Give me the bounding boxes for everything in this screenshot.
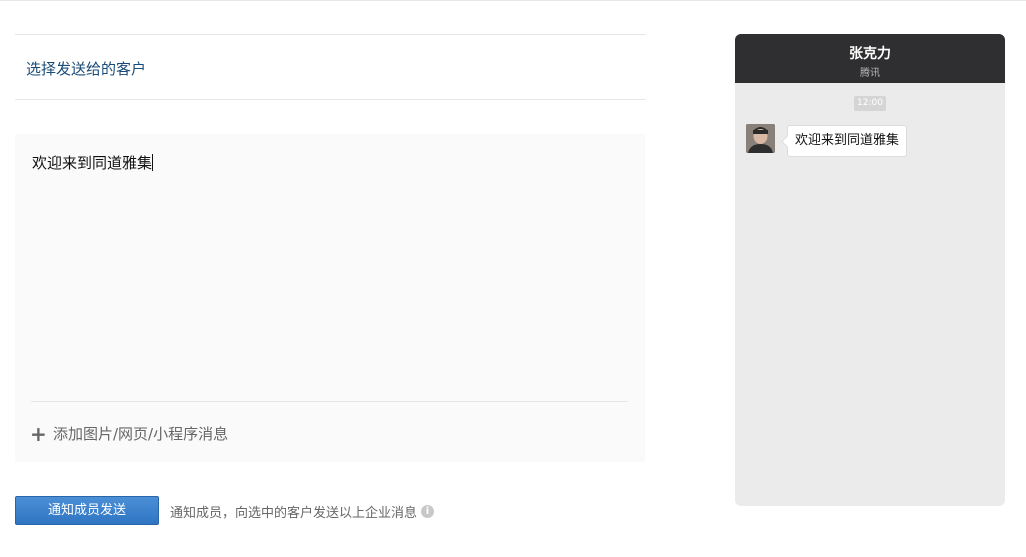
message-text-input[interactable]: 欢迎来到同道雅集 [32,152,154,173]
phone-preview: 张克力 腾讯 12:00 欢迎来到同道雅集 [735,34,1005,506]
recipient-select-row: 选择发送给的客户 [15,34,646,100]
contact-company: 腾讯 [860,68,880,79]
notify-description: 通知成员，向选中的客户发送以上企业消息 i [170,502,435,521]
notify-description-text: 通知成员，向选中的客户发送以上企业消息 [170,506,418,521]
avatar [746,124,775,153]
avatar-person-icon [746,124,775,153]
chat-header: 张克力 腾讯 [735,34,1005,83]
add-attachment-button[interactable]: + 添加图片/网页/小程序消息 [30,423,228,444]
info-icon[interactable]: i [421,505,435,518]
top-divider [0,0,1026,1]
message-text: 欢迎来到同道雅集 [32,154,153,172]
text-caret [152,154,154,171]
contact-name: 张克力 [849,46,891,62]
message-bubble: 欢迎来到同道雅集 [787,125,908,157]
select-customers-link[interactable]: 选择发送给的客户 [26,58,146,79]
add-attachment-label: 添加图片/网页/小程序消息 [53,425,229,443]
plus-icon: + [30,421,47,446]
notify-members-button[interactable]: 通知成员发送 [15,496,159,525]
message-editor[interactable]: 欢迎来到同道雅集 + 添加图片/网页/小程序消息 [15,134,645,462]
editor-divider [31,401,628,402]
message-time: 12:00 [854,96,886,111]
